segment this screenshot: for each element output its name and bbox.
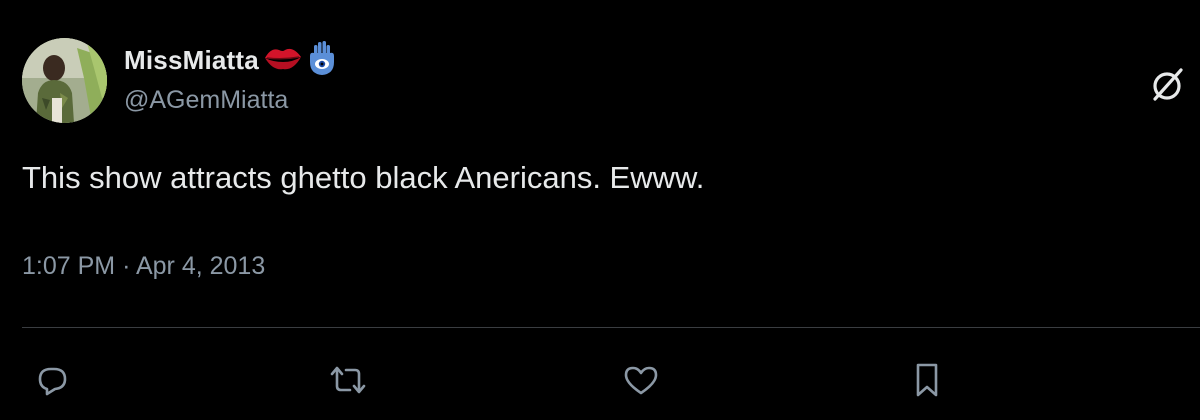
avatar[interactable] [22, 38, 107, 123]
tweet-card: MissMiatta @AGemMiatta This show attract… [0, 0, 1200, 420]
grok-icon[interactable] [1146, 64, 1188, 106]
display-name[interactable]: MissMiatta [124, 45, 259, 76]
like-icon [622, 362, 660, 398]
bookmark-icon [911, 361, 943, 399]
tweet-metadata: 1:07 PM · Apr 4, 2013 [22, 252, 265, 281]
hamsa-icon [307, 40, 337, 80]
retweet-icon [328, 362, 368, 398]
meta-separator: · [122, 252, 131, 280]
tweet-text: This show attracts ghetto black Anerican… [22, 160, 705, 195]
like-button[interactable] [619, 358, 663, 402]
author-handle[interactable]: @AGemMiatta [124, 86, 288, 115]
avatar-photo [22, 38, 107, 123]
bookmark-button[interactable] [905, 358, 949, 402]
retweet-button[interactable] [326, 358, 370, 402]
tweet-date[interactable]: Apr 4, 2013 [136, 252, 265, 280]
author-name-row: MissMiatta [124, 38, 337, 82]
divider [22, 327, 1200, 328]
tweet-time[interactable]: 1:07 PM [22, 252, 115, 280]
reply-icon [34, 362, 70, 398]
reply-button[interactable] [30, 358, 74, 402]
kiss-mark-icon [263, 43, 303, 77]
